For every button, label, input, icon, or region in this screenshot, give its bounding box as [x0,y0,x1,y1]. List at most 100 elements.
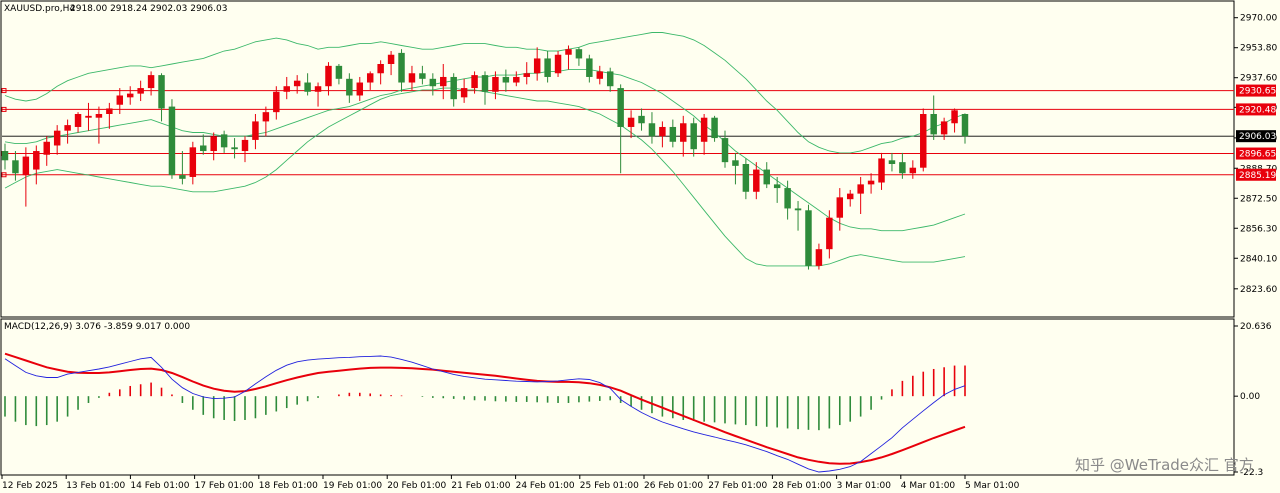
bull-candle [565,49,572,55]
price-tick-label: 2937.60 [1240,74,1277,84]
chart-symbol: XAUUSD.pro,H4 [4,4,75,14]
bull-candle [325,65,332,87]
bull-candle [147,75,155,89]
bull-candle [33,151,40,170]
bull-candle [471,75,478,89]
trading-chart[interactable]: 2970.002953.802937.602921.602905.102888.… [0,0,1280,493]
time-tick-label: 25 Feb 01:00 [580,481,639,491]
bull-candle [293,80,301,87]
bear-candle [648,123,656,137]
bull-candle [53,130,61,146]
bear-candle [200,145,207,152]
bear-candle [711,117,718,139]
bull-candle [85,115,92,118]
price-level-label: 2896.65 [1239,150,1276,160]
price-level-label: 2930.65 [1239,87,1276,97]
price-tick-label: 2970.00 [1240,14,1277,24]
bull-candle [95,114,103,118]
bull-candle [513,76,520,83]
bull-candle [492,76,499,92]
price-tick-label: 2856.30 [1240,224,1277,234]
bear-candle [742,164,750,192]
bear-candle [450,76,457,100]
bear-candle [398,52,405,83]
bull-candle [627,117,635,127]
bear-candle [930,114,937,135]
bull-candle [64,125,71,131]
bull-candle [210,136,217,152]
time-tick-label: 4 Mar 01:00 [901,481,956,491]
watermark: 知乎 @WeTrade众汇 官方 [1075,456,1254,474]
bull-candle [262,112,270,122]
bull-candle [460,88,468,98]
bull-candle [366,73,374,83]
bull-candle [680,123,687,142]
bear-candle [429,78,437,87]
bull-candle [283,86,290,92]
bull-candle [273,91,280,113]
bear-candle [669,126,677,142]
bull-candle [440,76,447,87]
bull-candle [826,217,833,250]
bull-candle [940,121,948,135]
bear-candle [502,76,510,83]
bull-candle [106,108,113,114]
bull-candle [920,114,927,168]
bull-candle [753,169,760,192]
bull-candle [867,180,875,185]
bear-candle [544,58,551,77]
price-tick-label: 2953.80 [1240,44,1277,54]
bear-candle [888,160,896,164]
time-tick-label: 14 Feb 01:00 [130,481,189,491]
current-price-label: 2906.03 [1239,132,1276,142]
bull-candle [408,73,416,83]
time-tick-label: 18 Feb 01:00 [259,481,318,491]
bull-candle [137,88,144,94]
bull-candle [387,54,395,64]
bear-candle [12,160,19,174]
bull-candle [43,141,50,155]
bear-candle [638,115,645,124]
bear-candle [575,49,583,59]
bull-candle [909,167,917,174]
bull-candle [659,126,666,137]
price-tick-label: 2823.60 [1240,285,1277,295]
bull-candle [377,64,384,74]
bear-candle [794,208,802,211]
macd-tick-label: 20.636 [1240,322,1272,332]
bear-candle [335,65,343,79]
bear-candle [419,73,426,79]
bull-candle [241,139,249,152]
bear-candle [732,160,739,166]
time-tick-label: 20 Feb 01:00 [387,481,446,491]
bull-candle [857,184,864,194]
chart-background [0,0,1280,493]
bear-candle [304,82,311,92]
bull-candle [116,95,124,105]
time-tick-label: 19 Feb 01:00 [323,481,382,491]
bear-candle [773,184,781,189]
bear-candle [231,147,238,150]
macd-label: MACD(12,26,9) 3.076 -3.859 9.017 0.000 [4,322,190,332]
bull-candle [533,58,541,74]
bull-candle [74,114,82,127]
bull-candle [22,156,30,176]
bull-candle [596,71,604,79]
bear-candle [690,123,697,150]
chart-ohlc: 2918.00 2918.24 2902.03 2906.03 [70,4,227,14]
bear-candle [220,134,228,148]
bear-candle [805,210,812,266]
bear-candle [346,78,353,96]
bull-candle [126,93,134,98]
time-tick-label: 28 Feb 01:00 [772,481,831,491]
price-level-label: 2885.19 [1239,171,1276,181]
bear-candle [617,88,624,127]
bull-candle [951,110,958,124]
bear-candle [481,75,489,92]
bull-candle [700,117,708,142]
time-tick-label: 24 Feb 01:00 [516,481,575,491]
bull-candle [252,121,259,140]
bear-candle [586,58,593,77]
bear-candle [179,175,186,179]
bull-candle [554,54,562,74]
